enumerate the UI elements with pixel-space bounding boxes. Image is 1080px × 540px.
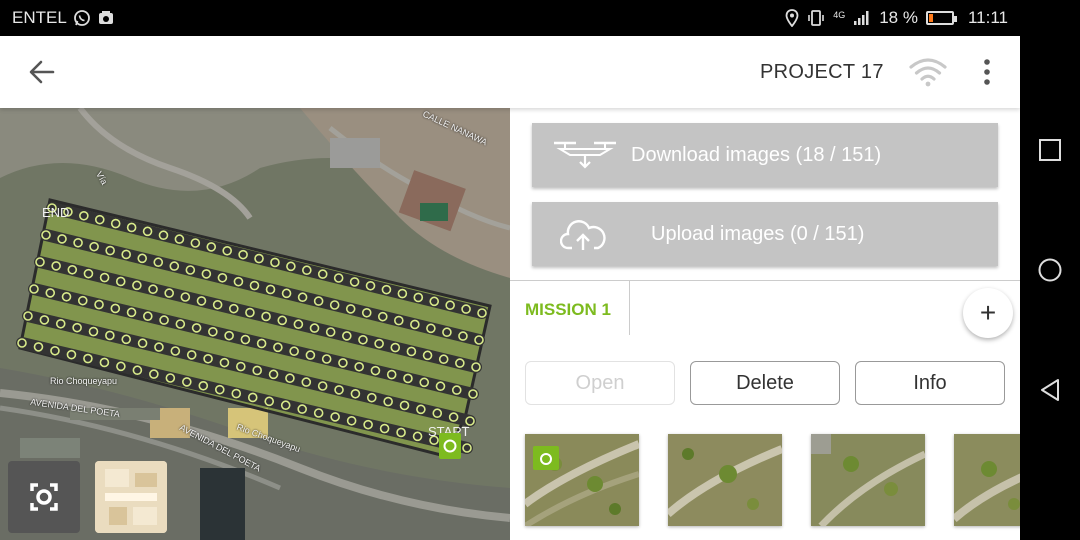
app-bar: PROJECT 17 — [0, 36, 1020, 108]
road-label: Rio Choqueyapu — [50, 376, 118, 386]
camera-badge — [533, 446, 559, 470]
notification-icon — [98, 11, 113, 24]
end-marker-label: END — [42, 205, 70, 220]
project-title: PROJECT 17 — [760, 61, 884, 83]
system-nav-bar — [1020, 0, 1080, 540]
upload-images-button[interactable]: Upload images (0 / 151) — [532, 202, 998, 266]
battery-percent: 18 % — [879, 8, 918, 27]
cloud-upload-icon — [560, 220, 606, 250]
aerial-image — [954, 434, 1020, 526]
vibrate-icon — [808, 10, 825, 26]
tab-mission-1[interactable]: MISSION 1 — [525, 300, 611, 320]
image-thumbnail[interactable] — [811, 434, 925, 526]
location-icon — [785, 9, 799, 27]
download-images-label: Download images (18 / 151) — [631, 144, 882, 166]
tab-separator — [629, 281, 630, 335]
home-icon[interactable] — [1038, 258, 1062, 282]
map-layer-button[interactable] — [95, 461, 167, 533]
open-button[interactable]: Open — [525, 361, 675, 405]
start-marker-icon — [439, 433, 461, 459]
network-type-label: 4G — [833, 9, 846, 20]
locate-button[interactable] — [8, 461, 80, 533]
info-button[interactable]: Info — [855, 361, 1005, 405]
layers-icon — [95, 461, 167, 533]
aerial-image — [811, 434, 925, 526]
download-images-button[interactable]: Download images (18 / 151) — [532, 123, 998, 187]
whatsapp-icon — [73, 10, 90, 26]
map-view[interactable]: END START CALLE NANAWA Rio Choqueyapu AV… — [0, 108, 510, 540]
aerial-image — [668, 434, 782, 526]
divider — [510, 280, 1020, 281]
status-bar: ENTEL 4G 18 % 11:11 — [0, 0, 1020, 36]
more-vert-icon[interactable] — [975, 58, 999, 86]
upload-images-label: Upload images (0 / 151) — [651, 223, 865, 245]
mission-panel: Download images (18 / 151) Upload images… — [510, 108, 1020, 540]
camera-icon — [540, 453, 552, 465]
battery-level-fill — [928, 14, 933, 22]
signal-icon — [854, 11, 869, 25]
image-thumbnail[interactable] — [525, 434, 639, 526]
image-thumbnail[interactable] — [668, 434, 782, 526]
add-mission-button[interactable]: + — [963, 288, 1013, 338]
back-arrow-icon[interactable] — [26, 56, 58, 88]
image-thumbnail[interactable] — [954, 434, 1020, 526]
locate-icon — [30, 483, 58, 511]
plus-icon: + — [979, 297, 997, 328]
clock: 11:11 — [967, 8, 1008, 27]
battery-icon — [925, 11, 957, 25]
recents-icon[interactable] — [1038, 138, 1062, 162]
wifi-icon[interactable] — [908, 56, 948, 88]
delete-button[interactable]: Delete — [690, 361, 840, 405]
back-nav-icon[interactable] — [1038, 378, 1062, 402]
drone-icon — [554, 141, 616, 169]
carrier-label: ENTEL — [12, 8, 67, 27]
